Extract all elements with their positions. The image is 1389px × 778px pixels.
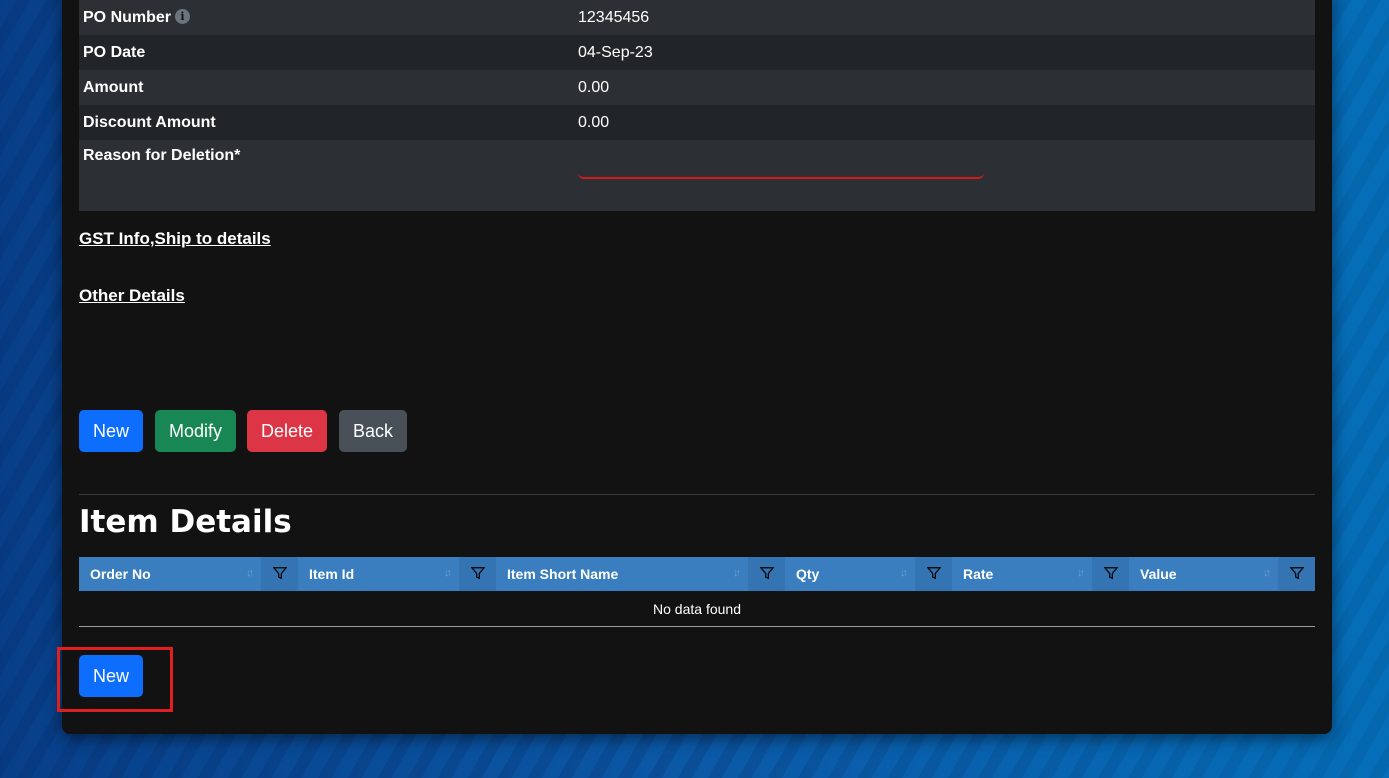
filter-icon[interactable] [1092, 557, 1129, 591]
po-number-row: PO Number i 12345456 [79, 0, 1315, 35]
grid-header-row: Order No ↓↑ Item Id ↓↑ Item Short Name ↓↑ Q… [79, 557, 1315, 591]
amount-value: 0.00 [574, 70, 1315, 105]
filter-icon[interactable] [261, 557, 298, 591]
po-number-value: 12345456 [574, 0, 1315, 35]
sort-icon[interactable]: ↓↑ [1263, 567, 1271, 579]
reason-cell [574, 140, 1315, 211]
po-date-label: PO Date [79, 35, 574, 70]
reason-row: Reason for Deletion* [79, 140, 1315, 211]
filter-icon[interactable] [1278, 557, 1315, 591]
back-button[interactable]: Back [339, 410, 408, 452]
sort-icon[interactable]: ↓↑ [246, 567, 254, 579]
amount-label: Amount [79, 70, 574, 105]
modify-button[interactable]: Modify [155, 410, 237, 452]
filter-icon[interactable] [459, 557, 496, 591]
info-icon[interactable]: i [175, 8, 191, 24]
column-item-id[interactable]: Item Id ↓↑ [298, 557, 459, 591]
new-button[interactable]: New [79, 410, 144, 452]
other-details-link[interactable]: Other Details [79, 286, 185, 306]
reason-for-deletion-input[interactable] [578, 145, 984, 179]
discount-amount-value: 0.00 [574, 105, 1315, 140]
amount-row: Amount 0.00 [79, 70, 1315, 105]
discount-amount-label: Discount Amount [79, 105, 574, 140]
column-value[interactable]: Value ↓↑ [1129, 557, 1278, 591]
column-order-no[interactable]: Order No ↓↑ [79, 557, 261, 591]
reason-label: Reason for Deletion* [79, 140, 574, 211]
po-delete-panel: PO Number i 12345456 PO Date 04-Sep-23 Am… [57, 0, 1332, 734]
column-rate[interactable]: Rate ↓↑ [952, 557, 1092, 591]
po-number-label: PO Number i [79, 0, 574, 35]
gst-info-link[interactable]: GST Info,Ship to details [79, 229, 271, 249]
po-info-table: PO Number i 12345456 PO Date 04-Sep-23 Am… [79, 0, 1315, 211]
po-date-row: PO Date 04-Sep-23 [79, 35, 1315, 70]
item-details-grid: Order No ↓↑ Item Id ↓↑ Item Short Name ↓↑ Q… [79, 557, 1315, 627]
item-details-title: Item Details [79, 504, 292, 540]
filter-icon[interactable] [915, 557, 952, 591]
section-divider [79, 494, 1315, 495]
discount-amount-row: Discount Amount 0.00 [79, 105, 1315, 140]
sort-icon[interactable]: ↓↑ [1077, 567, 1085, 579]
sort-icon[interactable]: ↓↑ [733, 567, 741, 579]
no-data-message: No data found [79, 591, 1315, 627]
sort-icon[interactable]: ↓↑ [900, 567, 908, 579]
po-date-value: 04-Sep-23 [574, 35, 1315, 70]
column-item-short-name[interactable]: Item Short Name ↓↑ [496, 557, 748, 591]
filter-icon[interactable] [748, 557, 785, 591]
highlight-box [57, 647, 173, 712]
delete-button[interactable]: Delete [247, 410, 328, 452]
empty-row: No data found [79, 591, 1315, 627]
sort-icon[interactable]: ↓↑ [444, 567, 452, 579]
column-qty[interactable]: Qty ↓↑ [785, 557, 915, 591]
